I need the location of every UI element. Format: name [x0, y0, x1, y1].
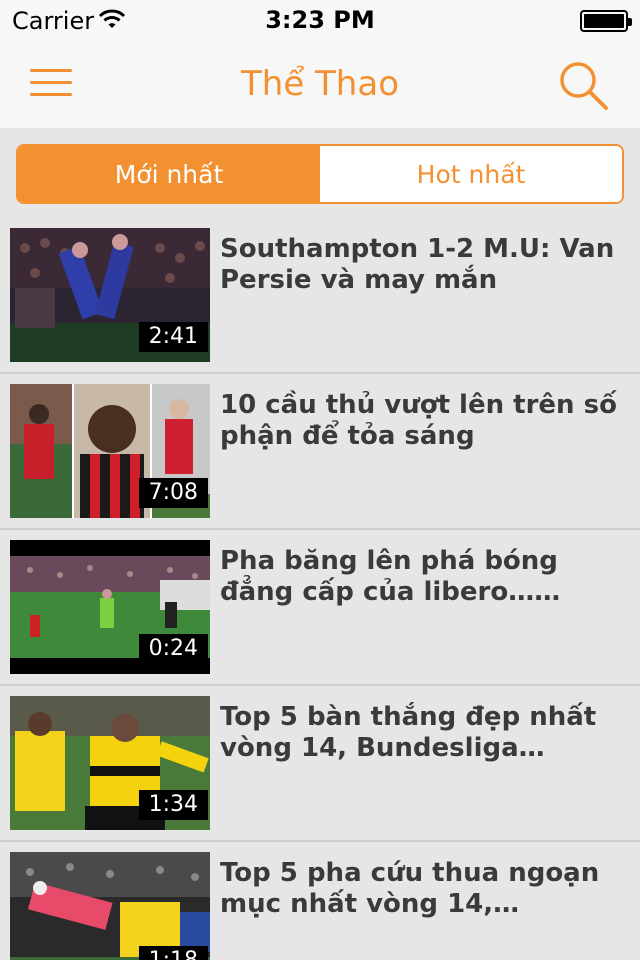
video-thumbnail: 7:08: [10, 384, 210, 518]
video-title: Southampton 1-2 M.U: Van Persie và may m…: [220, 234, 615, 295]
video-duration: 0:24: [138, 634, 208, 664]
video-thumbnail: 2:41: [10, 228, 210, 362]
video-title: 10 cầu thủ vượt lên trên số phận để tỏa …: [220, 390, 617, 451]
page-title: Thể Thao: [241, 64, 399, 104]
search-icon: [560, 62, 608, 110]
video-item[interactable]: 1:34 Top 5 bàn thắng đẹp nhất vòng 14, B…: [0, 686, 640, 842]
battery-icon: [580, 10, 632, 32]
hamburger-menu-icon: [30, 69, 72, 72]
tab-hot[interactable]: Hot nhất: [320, 146, 622, 202]
video-title: Pha băng lên phá bóng đẳng cấp của liber…: [220, 546, 558, 607]
video-title: Top 5 pha cứu thua ngoạn mục nhất vòng 1…: [220, 858, 600, 919]
video-title: Top 5 bàn thắng đẹp nhất vòng 14, Bundes…: [220, 702, 597, 763]
tab-latest[interactable]: Mới nhất: [18, 146, 320, 202]
video-thumbnail: 1:34: [10, 696, 210, 830]
video-item[interactable]: 0:24 Pha băng lên phá bóng đẳng cấp của …: [0, 530, 640, 686]
search-button[interactable]: [556, 58, 610, 112]
video-thumbnail: 1:18: [10, 852, 210, 960]
video-list: 2:41 Southampton 1-2 M.U: Van Persie và …: [0, 218, 640, 960]
video-duration: 7:08: [138, 478, 208, 508]
status-time: 3:23 PM: [265, 6, 375, 34]
video-thumbnail-image: [10, 852, 210, 960]
status-bar: Carrier 3:23 PM: [0, 0, 640, 40]
video-thumbnail: 0:24: [10, 540, 210, 674]
segmented-control: Mới nhất Hot nhất: [16, 144, 624, 204]
navigation-bar: Thể Thao: [0, 40, 640, 128]
video-item[interactable]: 2:41 Southampton 1-2 M.U: Van Persie và …: [0, 218, 640, 374]
video-item[interactable]: 7:08 10 cầu thủ vượt lên trên số phận để…: [0, 374, 640, 530]
video-duration: 1:34: [138, 790, 208, 820]
video-duration: 1:18: [138, 946, 208, 960]
video-duration: 2:41: [138, 322, 208, 352]
video-item[interactable]: 1:18 Top 5 pha cứu thua ngoạn mục nhất v…: [0, 842, 640, 960]
menu-button[interactable]: [30, 67, 72, 97]
